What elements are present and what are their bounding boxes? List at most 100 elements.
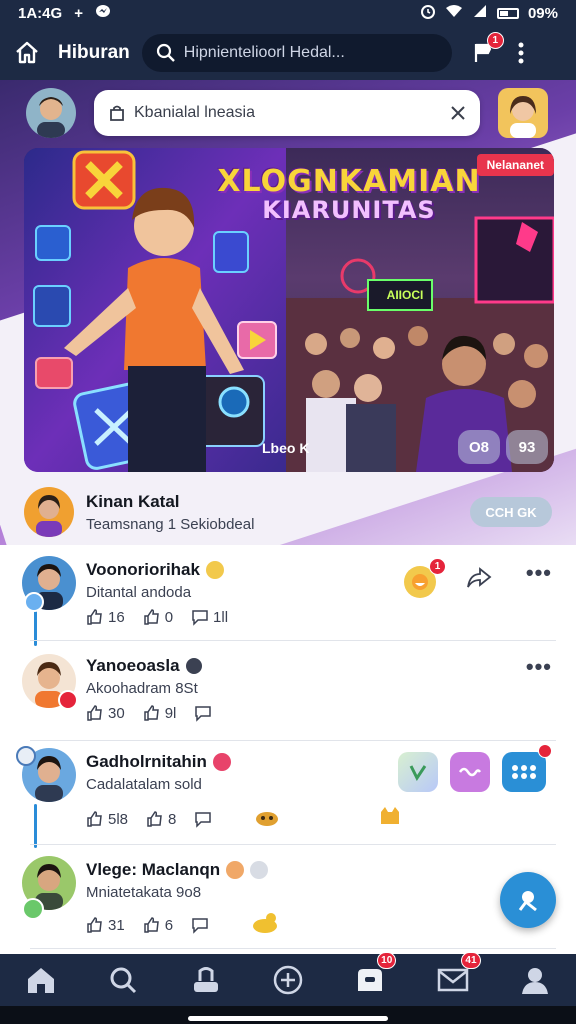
add-circle-icon xyxy=(273,965,303,995)
host-avatar[interactable] xyxy=(24,487,74,537)
inbox-icon xyxy=(358,969,383,991)
home-button[interactable] xyxy=(14,40,40,66)
comment-icon xyxy=(195,706,212,722)
share-arrow-icon xyxy=(467,567,492,588)
post-more-button[interactable]: ••• xyxy=(526,560,552,586)
like-button[interactable]: 31 xyxy=(86,916,125,934)
like-count: 31 xyxy=(108,916,125,934)
like-button[interactable]: 30 xyxy=(86,704,125,722)
thumbs-up-icon xyxy=(147,811,162,827)
post-author: Voonoriorihak xyxy=(86,560,200,579)
post-subtitle: Cadalatalam sold xyxy=(86,776,202,793)
like-button[interactable]: 16 xyxy=(86,608,125,626)
friend-avatar[interactable] xyxy=(498,88,548,138)
like-count: 5l8 xyxy=(108,810,129,828)
music-badge-icon xyxy=(212,753,231,771)
search-icon xyxy=(110,967,137,994)
inbox-badge: 10 xyxy=(377,952,397,969)
nav-live[interactable] xyxy=(182,958,230,1002)
banner-pill-left[interactable]: O8 xyxy=(458,430,500,464)
banner-title-text: XLOGNKAMIAN xyxy=(217,164,481,199)
share-count-button[interactable]: 0 xyxy=(143,608,173,626)
monster-badge-icon xyxy=(22,898,44,920)
signal-icon xyxy=(472,4,488,22)
banner-pill-right[interactable]: 93 xyxy=(506,430,548,464)
app-shortcut-green[interactable] xyxy=(398,752,438,792)
feed-post[interactable]: Vlege: Maclanqn Mniatetakata 9o8 31 6 xyxy=(0,846,576,950)
notification-badge: 1 xyxy=(486,32,504,49)
comment-button[interactable] xyxy=(191,916,209,934)
pin-badge-icon xyxy=(16,746,36,766)
status-time: 1A:4G xyxy=(18,4,63,22)
post-subtitle: Mniatetakata 9o8 xyxy=(86,884,202,901)
story-compose-input[interactable]: Kbanialal lneasia xyxy=(94,90,480,136)
thumbs-up-icon xyxy=(87,705,102,721)
profile-icon xyxy=(521,968,548,994)
feed-post[interactable]: Voonoriorihak Ditantal andoda 16 0 1ll 1 xyxy=(0,546,576,646)
mail-icon xyxy=(437,968,468,992)
feed-post[interactable]: Gadholrnitahin Cadalatalam sold 5l8 8 xyxy=(0,742,576,848)
page-title: Hiburan xyxy=(58,42,130,63)
featured-banner[interactable]: XLOGNKAMIAN KIARUNITAS AIIOCI Nelananet … xyxy=(24,148,554,472)
app-shortcut-purple[interactable] xyxy=(450,752,490,792)
search-input[interactable]: Hipnientelioorl Hedal... xyxy=(141,34,452,72)
app-shortcut-blue[interactable] xyxy=(502,744,552,792)
post-divider xyxy=(30,740,556,741)
thumbs-up-icon xyxy=(87,811,102,827)
close-icon[interactable] xyxy=(450,105,466,121)
user-avatar[interactable] xyxy=(26,88,76,138)
nav-create[interactable] xyxy=(264,958,312,1002)
share-button[interactable] xyxy=(466,566,492,590)
thumbs-up-icon xyxy=(87,609,102,625)
link-icon xyxy=(458,767,482,777)
feed-post[interactable]: Yanoeoasla Akoohadram 8St 30 9l ••• xyxy=(0,642,576,742)
banner-subtitle: KIARUNITAS xyxy=(262,195,436,224)
notifications-button[interactable]: 1 xyxy=(466,32,504,70)
share-count-button[interactable]: 8 xyxy=(146,810,176,828)
nav-search[interactable] xyxy=(99,958,147,1002)
share-count-button[interactable]: 6 xyxy=(143,916,173,934)
like-count: 16 xyxy=(108,608,125,626)
home-outline-icon xyxy=(16,41,38,64)
nav-profile[interactable] xyxy=(511,958,559,1002)
post-subtitle: Akoohadram 8St xyxy=(86,680,198,697)
thumbs-up-icon xyxy=(143,705,159,721)
plus-icon: + xyxy=(74,4,83,22)
bottom-nav: 10 41 xyxy=(0,952,576,1006)
comment-button[interactable] xyxy=(194,810,212,828)
post-divider xyxy=(30,640,556,641)
battery-percent: 09% xyxy=(527,4,558,22)
post-subtitle: Ditantal andoda xyxy=(86,584,192,601)
follow-button[interactable]: CCH GK xyxy=(470,497,552,527)
gear-badge-icon xyxy=(24,592,44,612)
nav-messages[interactable]: 41 xyxy=(429,952,481,1002)
app-shortcut-badge xyxy=(538,744,552,758)
reaction-button[interactable]: 1 xyxy=(404,558,446,598)
status-bar: 1A:4G + 09% xyxy=(0,0,576,26)
post-author: Vlege: Maclanqn xyxy=(86,860,221,879)
share-count: 0 xyxy=(164,608,174,626)
post-more-button[interactable]: ••• xyxy=(526,654,552,680)
comment-button[interactable]: 1ll xyxy=(191,608,228,626)
compose-icon xyxy=(518,891,537,912)
like-button[interactable]: 5l8 xyxy=(86,810,128,828)
verified-icon xyxy=(185,658,202,674)
nav-home[interactable] xyxy=(17,958,65,1002)
thumbs-up-icon xyxy=(143,609,159,625)
story-row: Kbanialal lneasia xyxy=(26,88,550,138)
thumbs-up-icon xyxy=(143,917,159,933)
post-author: Gadholrnitahin xyxy=(86,752,207,771)
share-count-button[interactable]: 9l xyxy=(143,704,176,722)
compose-fab[interactable] xyxy=(500,872,556,928)
nav-inbox[interactable]: 10 xyxy=(346,952,397,1002)
banner-tag: Nelananet xyxy=(476,154,554,176)
gesture-bar[interactable] xyxy=(0,1006,576,1024)
comment-button[interactable] xyxy=(194,704,212,722)
overflow-menu-button[interactable] xyxy=(518,42,524,64)
share-count: 8 xyxy=(168,810,177,828)
messages-badge: 41 xyxy=(461,952,481,969)
search-icon xyxy=(156,43,175,62)
search-placeholder: Hipnientelioorl Hedal... xyxy=(183,44,345,61)
banner-title: XLOGNKAMIAN KIARUNITAS xyxy=(204,166,494,223)
share-count: 6 xyxy=(164,916,174,934)
